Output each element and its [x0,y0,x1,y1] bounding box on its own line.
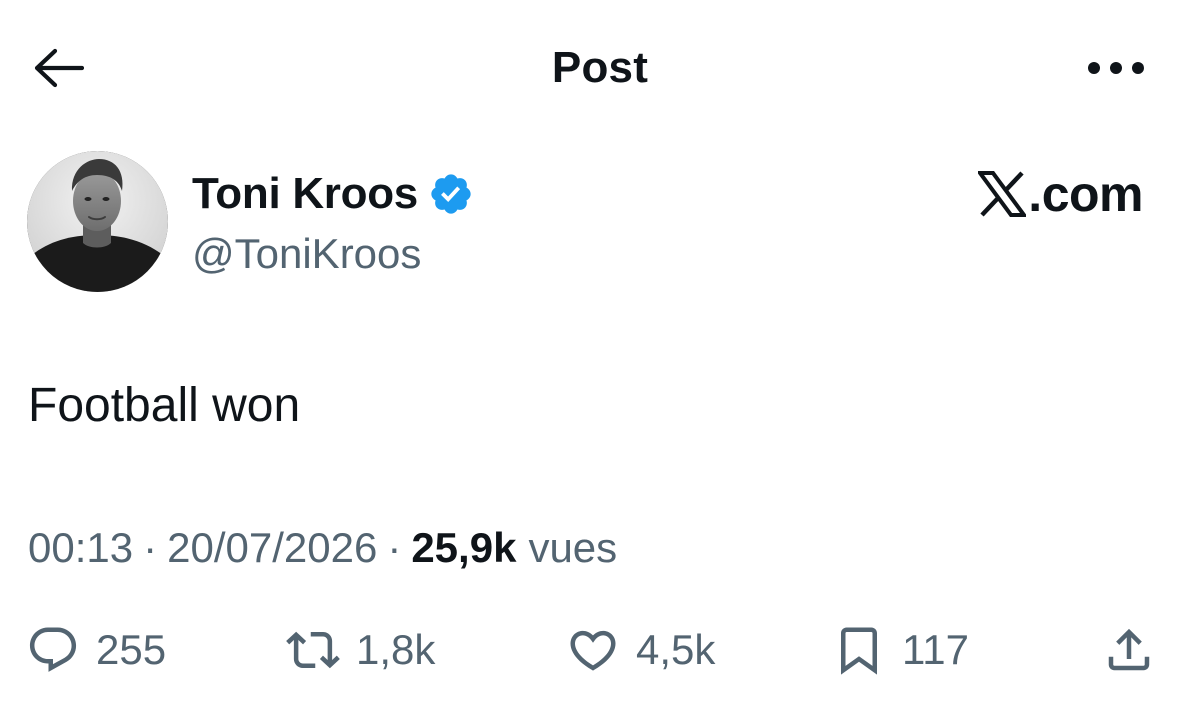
like-button[interactable]: 4,5k [566,612,715,688]
verified-badge-icon [428,171,474,217]
brand-watermark: .com [978,164,1143,224]
repost-icon [286,623,340,677]
views-count: 25,9k [411,524,517,571]
avatar[interactable] [27,151,168,292]
author-handle[interactable]: @ToniKroos [192,228,421,280]
page-title: Post [551,43,649,92]
bookmark-icon [832,623,886,677]
repost-count: 1,8k [356,626,436,673]
views-label: vues [528,524,618,571]
more-horizontal-icon [1088,62,1144,74]
repost-button[interactable]: 1,8k [286,612,435,688]
meta-separator: · [143,524,158,571]
post-date[interactable]: 20/07/2026 [167,520,377,576]
post-header: Post [0,0,1200,132]
like-count: 4,5k [636,626,716,673]
share-button[interactable] [1102,612,1156,688]
post-time[interactable]: 00:13 [28,520,133,576]
author-name-row[interactable]: Toni Kroos [192,168,474,220]
meta-separator: · [387,524,402,571]
reply-button[interactable]: 255 [26,612,166,688]
reply-count: 255 [96,626,167,673]
author-name[interactable]: Toni Kroos [192,168,418,220]
share-icon [1102,623,1156,677]
heart-icon [566,623,620,677]
bookmark-count: 117 [902,626,969,673]
action-bar: 255 1,8k 4,5k 117 [0,612,1200,688]
post-meta: 00:13 · 20/07/2026 · 25,9k vues [28,520,617,576]
more-options-button[interactable] [1084,40,1148,96]
reply-icon [26,623,80,677]
post-text: Football won [28,379,301,432]
bookmark-button[interactable]: 117 [832,612,969,688]
brand-text: .com [1028,166,1143,222]
avatar-image [27,151,168,292]
x-logo-icon [978,171,1027,217]
